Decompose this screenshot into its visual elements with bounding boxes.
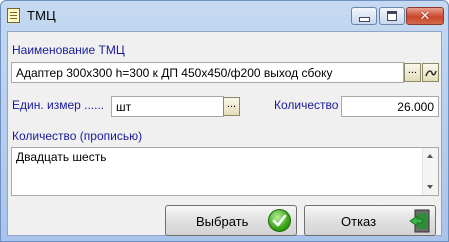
cancel-button[interactable]: Отказ: [304, 205, 436, 236]
exit-door-icon: [409, 209, 431, 233]
eraser-icon: [424, 69, 437, 76]
unit-browse-button[interactable]: ...: [223, 97, 240, 116]
cancel-button-label: Отказ: [341, 214, 377, 229]
textarea-scrollbar[interactable]: [422, 148, 438, 195]
checkmark-icon: [268, 209, 291, 232]
ellipsis-icon: ...: [226, 98, 237, 110]
maximize-icon: [387, 11, 397, 21]
select-button-label: Выбрать: [196, 214, 249, 229]
window-title: ТМЦ: [27, 8, 56, 23]
close-icon: ✕: [419, 8, 431, 24]
name-field[interactable]: Адаптер 300х300 h=300 к ДП 450х450/ф200 …: [11, 62, 404, 83]
ellipsis-icon: ...: [407, 64, 418, 76]
unit-label: Един. измер ......: [12, 98, 105, 112]
quantity-words-textarea[interactable]: Двадцать шесть: [11, 147, 439, 196]
name-clear-button[interactable]: [422, 63, 439, 82]
scroll-up-icon[interactable]: [427, 154, 433, 158]
quantity-field[interactable]: 26.000: [341, 96, 439, 117]
notepad-icon: [7, 8, 20, 23]
close-button[interactable]: ✕: [406, 7, 444, 25]
name-label: Наименование ТМЦ: [12, 43, 125, 57]
dialog-body: Наименование ТМЦ Адаптер 300х300 h=300 к…: [7, 31, 442, 236]
quantity-label: Количество: [274, 98, 339, 112]
name-browse-button[interactable]: ...: [404, 63, 421, 82]
scroll-down-icon[interactable]: [427, 185, 433, 189]
dialog-window: ТМЦ ✕ Наименование ТМЦ Адаптер 300х300 h…: [0, 0, 449, 242]
minimize-button[interactable]: [351, 7, 377, 25]
minimize-icon: [358, 16, 370, 22]
quantity-words-label: Количество (прописью): [12, 129, 143, 143]
title-bar[interactable]: ТМЦ ✕: [1, 1, 448, 31]
maximize-button[interactable]: [379, 7, 405, 25]
quantity-words-text: Двадцать шесть: [16, 150, 107, 164]
select-button[interactable]: Выбрать: [165, 205, 297, 236]
unit-field[interactable]: шт: [111, 96, 224, 117]
